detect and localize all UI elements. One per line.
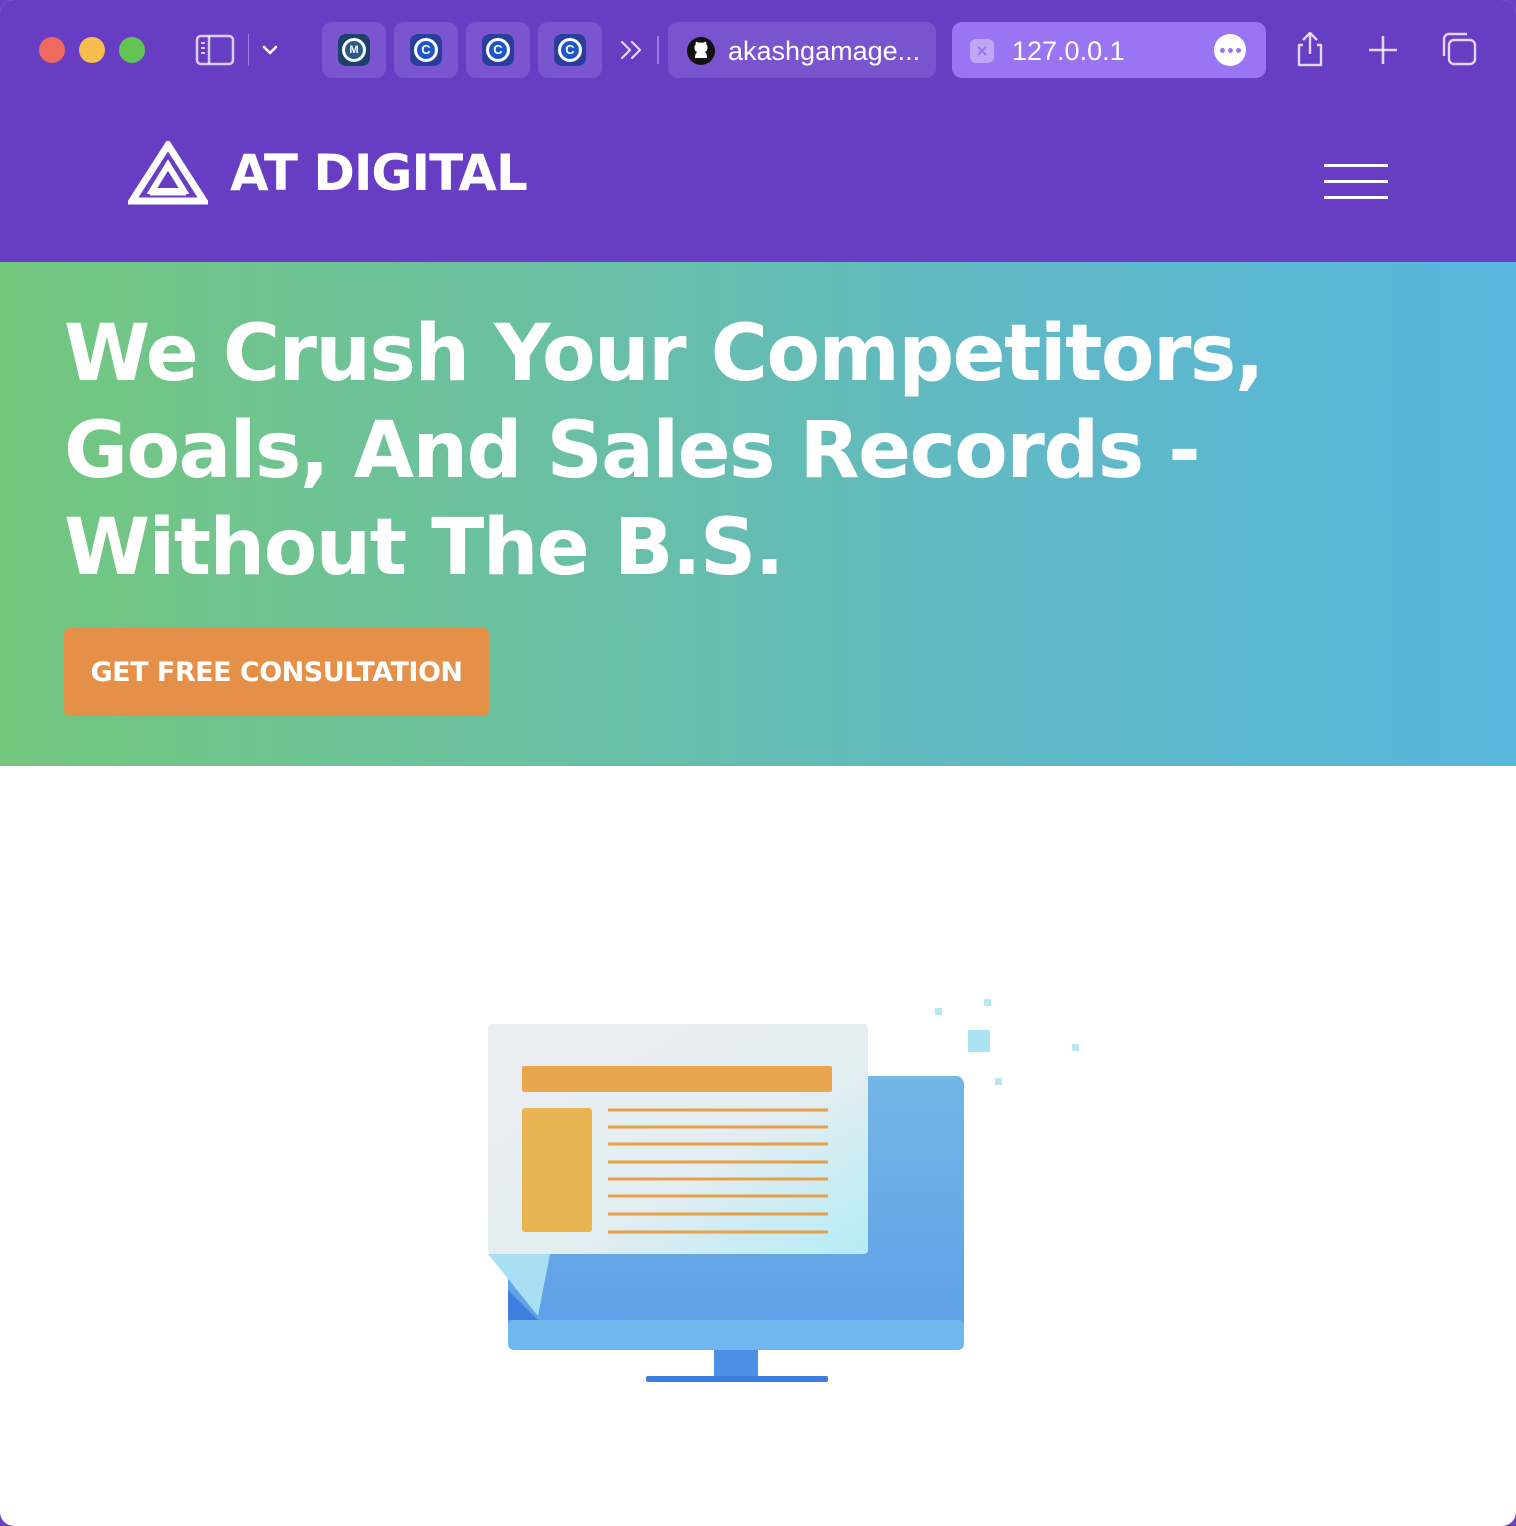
more-tabs-icon[interactable] — [614, 30, 654, 70]
toolbar-divider — [657, 36, 659, 64]
tab-title: akashgamage... — [728, 36, 921, 66]
sidebar-toggle-icon[interactable] — [193, 30, 237, 70]
favicon-glyph: C — [489, 41, 507, 59]
c-favicon-icon: C — [554, 34, 586, 66]
monitor-favicon-icon: M — [338, 34, 370, 66]
site-logo[interactable]: AT DIGITAL — [128, 140, 528, 206]
tab-active[interactable]: × 127.0.0.1 — [952, 22, 1266, 78]
c-favicon-icon: C — [410, 34, 442, 66]
menu-icon[interactable] — [1322, 160, 1390, 204]
zoom-window-button[interactable] — [119, 37, 145, 63]
close-window-button[interactable] — [39, 37, 65, 63]
browser-toolbar: M C C C akashgamage... × 127.0.0.1 — [0, 0, 1516, 100]
pinned-tab-3[interactable]: C — [466, 22, 530, 78]
computer-illustration — [488, 999, 1079, 1382]
free-consultation-button[interactable]: GET FREE CONSULTATION — [64, 628, 489, 716]
favicon-glyph: C — [561, 41, 579, 59]
tab-title: 127.0.0.1 — [1012, 36, 1125, 66]
logo-mark-icon — [128, 141, 208, 205]
share-icon[interactable] — [1288, 28, 1332, 72]
chevron-down-icon[interactable] — [258, 36, 282, 64]
hero-section: We Crush Your Competitors, Goals, And Sa… — [0, 262, 1516, 766]
pinned-tab-1[interactable]: M — [322, 22, 386, 78]
toolbar-divider — [248, 34, 249, 66]
hero-title: We Crush Your Competitors, Goals, And Sa… — [64, 309, 1264, 593]
pinned-tab-4[interactable]: C — [538, 22, 602, 78]
favicon-glyph: C — [417, 41, 435, 59]
c-favicon-icon: C — [482, 34, 514, 66]
logo-text: AT DIGITAL — [230, 144, 528, 202]
new-tab-icon[interactable] — [1361, 28, 1405, 72]
tab-github[interactable]: akashgamage... — [668, 22, 936, 78]
favicon-glyph: M — [345, 41, 363, 59]
close-tab-icon[interactable]: × — [970, 39, 994, 63]
github-icon — [687, 37, 715, 65]
site-header: AT DIGITAL — [0, 100, 1516, 262]
minimize-window-button[interactable] — [79, 37, 105, 63]
tabs-overview-icon[interactable] — [1437, 28, 1481, 72]
tab-options-icon[interactable] — [1214, 34, 1246, 66]
pinned-tab-2[interactable]: C — [394, 22, 458, 78]
browser-window: M C C C akashgamage... × 127.0.0.1 AT DI… — [0, 0, 1516, 1526]
